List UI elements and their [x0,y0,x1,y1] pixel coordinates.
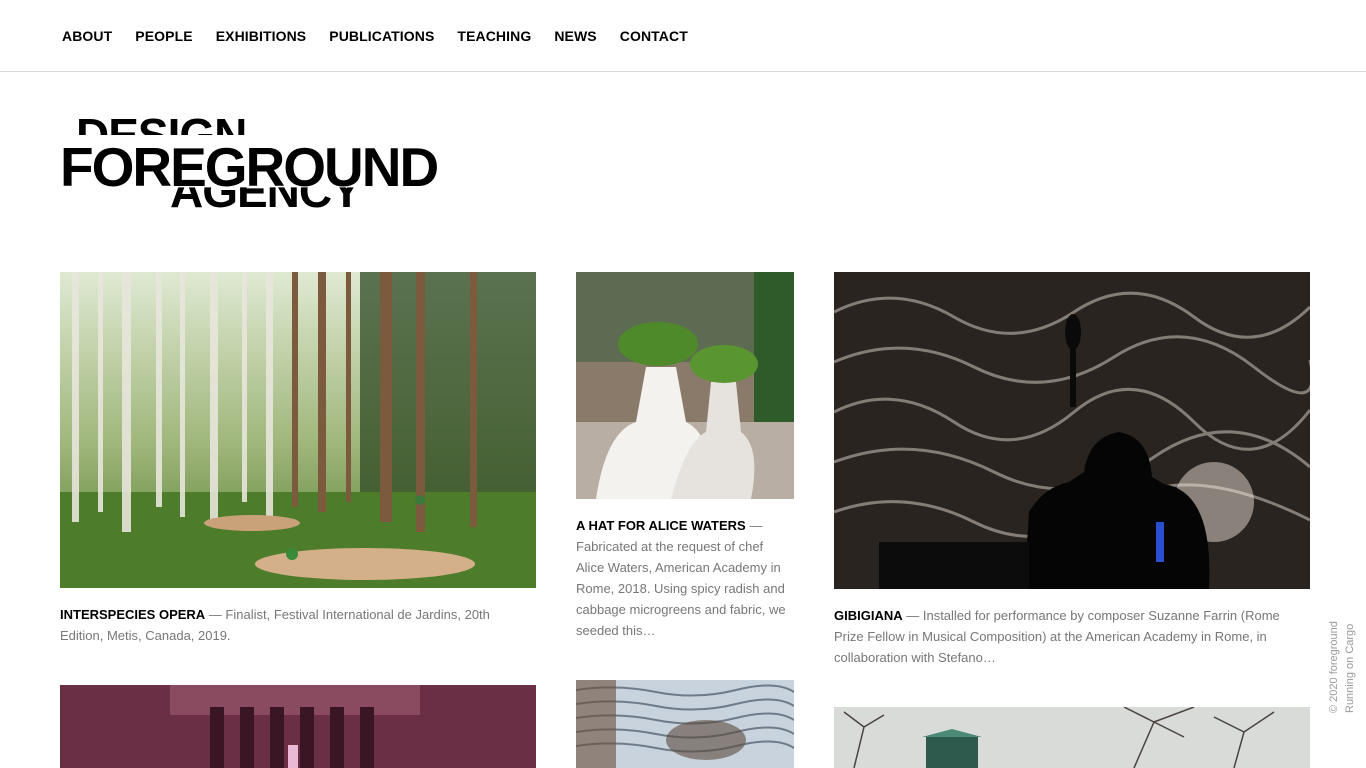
project-caption-hat-for-alice-waters: A HAT FOR ALICE WATERS — Fabricated at t… [576,515,794,641]
project-caption-interspecies-opera: INTERSPECIES OPERA — Finalist, Festival … [60,604,536,646]
project-title-interspecies-opera[interactable]: INTERSPECIES OPERA [60,607,205,622]
light-performance-image [834,272,1310,589]
project-desc-hat-for-alice-waters: — Fabricated at the request of chef Alic… [576,518,786,638]
logo-word-foreground: FOREGROUND [60,136,439,198]
nav-teaching[interactable]: TEACHING [457,28,531,44]
project-image-hat-for-alice-waters[interactable] [576,272,794,499]
forest-image [60,272,536,588]
project-image-gibigiana[interactable] [834,272,1310,589]
running-on-cargo-link[interactable]: Running on Cargo [1342,603,1358,713]
project-image-row2-col3[interactable] [834,707,1310,768]
copyright-text: © 2020 foreground [1328,621,1340,713]
nav-about[interactable]: ABOUT [62,28,112,44]
mannequin-image [576,272,794,499]
top-nav: ABOUT PEOPLE EXHIBITIONS PUBLICATIONS TE… [0,0,1366,72]
footer-credit: © 2020 foreground Running on Cargo [1326,603,1358,713]
pink-interior-image [60,685,536,768]
nav-menu: ABOUT PEOPLE EXHIBITIONS PUBLICATIONS TE… [62,28,711,44]
nav-exhibitions[interactable]: EXHIBITIONS [216,28,307,44]
nav-publications[interactable]: PUBLICATIONS [329,28,434,44]
site-logo[interactable]: DESIGN AGENCY FOREGROUND [60,110,470,225]
project-caption-gibigiana: GIBIGIANA — Installed for performance by… [834,605,1310,668]
nav-news[interactable]: NEWS [554,28,596,44]
glitch-image [576,680,794,768]
nav-contact[interactable]: CONTACT [620,28,688,44]
project-image-row2-col2[interactable] [576,680,794,768]
project-title-gibigiana[interactable]: GIBIGIANA [834,608,903,623]
project-image-row2-col1[interactable] [60,685,536,768]
project-title-hat-for-alice-waters[interactable]: A HAT FOR ALICE WATERS [576,518,746,533]
park-trees-image [834,707,1310,768]
nav-people[interactable]: PEOPLE [135,28,192,44]
project-image-interspecies-opera[interactable] [60,272,536,588]
